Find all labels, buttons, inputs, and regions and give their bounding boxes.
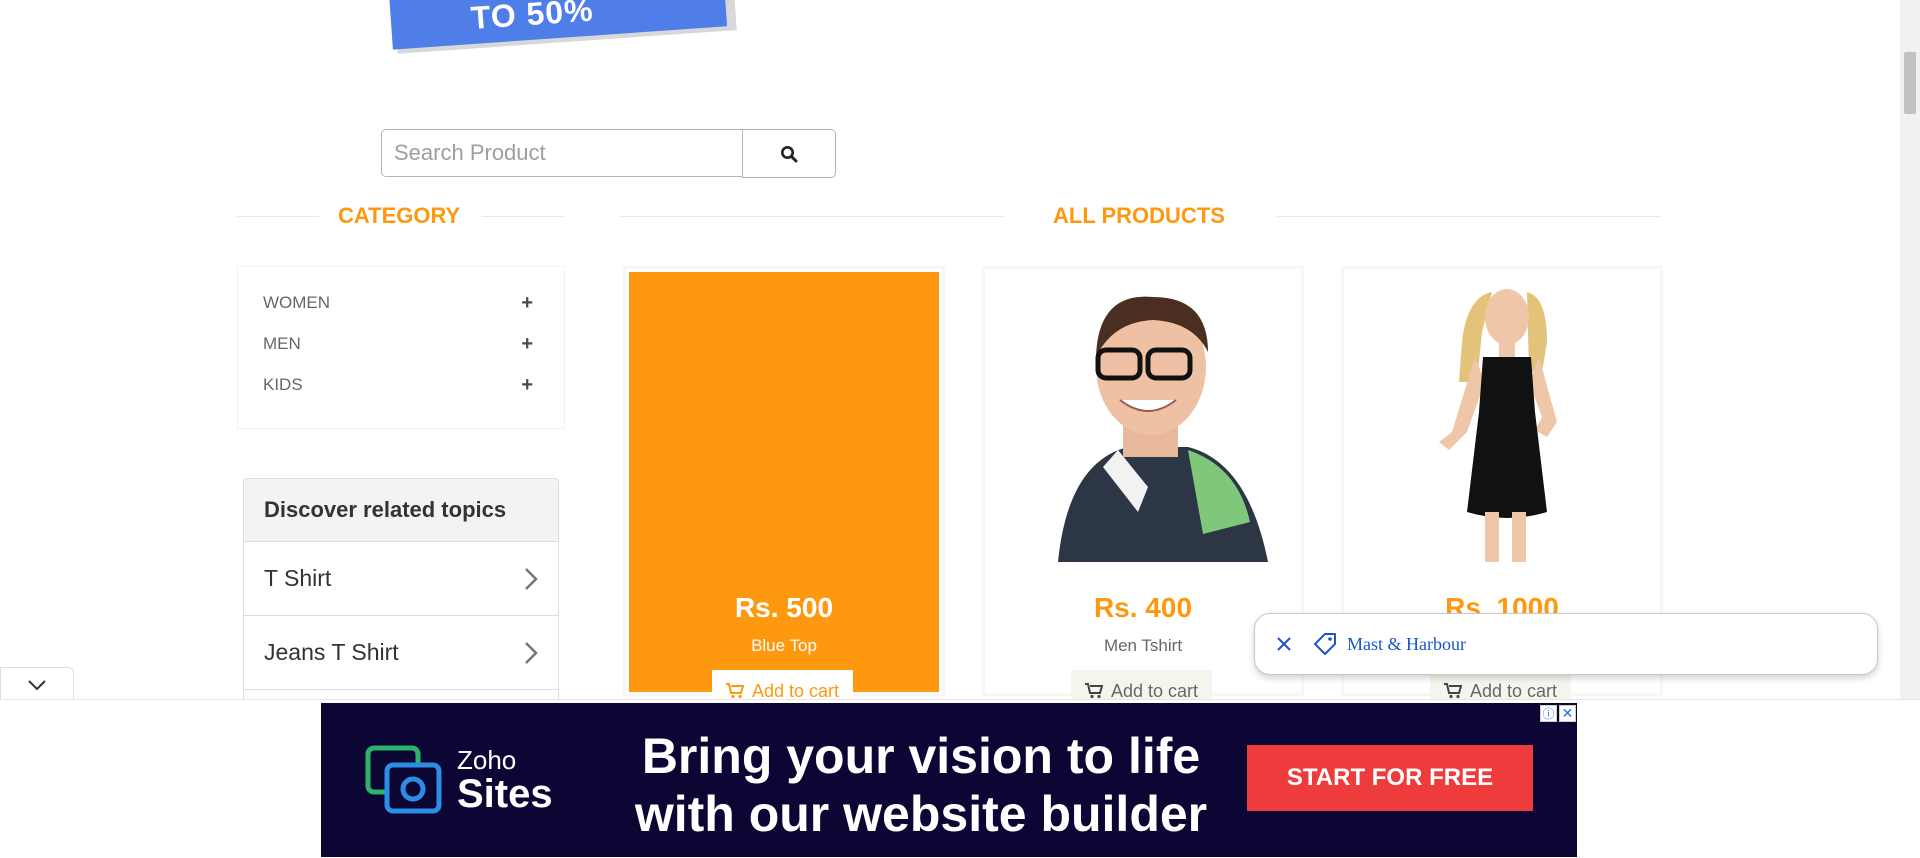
tag-icon [1314, 633, 1336, 655]
ad-headline-line1: Bring your vision to life [641, 728, 1201, 784]
product-price: Rs. 400 [1093, 592, 1193, 623]
product-price: Rs. 500 [734, 592, 834, 623]
chip-label[interactable]: Mast & Harbour [1347, 634, 1466, 655]
ad-info-icon[interactable]: ⓘ [1540, 705, 1557, 722]
advertisement-banner[interactable]: Zoho Sites Bring your vision to life wit… [321, 703, 1577, 857]
discover-topics-panel: Discover related topics T Shirt Jeans T … [243, 478, 559, 710]
divider [1277, 216, 1661, 217]
topic-label: T Shirt [264, 565, 332, 591]
product-name: Blue Top [751, 636, 817, 655]
search-icon [781, 145, 798, 162]
divider [237, 216, 319, 217]
ad-cta-button[interactable]: START FOR FREE [1247, 745, 1533, 811]
ad-close-button[interactable]: ✕ [1559, 705, 1576, 722]
category-item-men[interactable]: MEN + [263, 332, 533, 356]
brand-suggestion-chip[interactable]: Mast & Harbour [1254, 613, 1878, 675]
divider [482, 216, 564, 217]
discover-title: Discover related topics [244, 479, 558, 542]
product-card[interactable]: Rs. 500 Blue Top Add to cart [623, 266, 945, 712]
search-button[interactable] [742, 129, 836, 178]
ad-brand-line1: Zoho [457, 745, 517, 775]
divider [620, 216, 1004, 217]
close-icon [1277, 637, 1291, 651]
cart-icon [1444, 683, 1462, 699]
cart-icon [726, 683, 744, 699]
chevron-right-icon [525, 641, 538, 664]
plus-icon: + [521, 373, 533, 396]
banner-text: TO 50% [469, 0, 595, 37]
ad-headline: Bring your vision to life with our websi… [621, 727, 1221, 843]
zoho-sites-logo-icon [365, 745, 442, 814]
topic-item-jeans-t-shirt[interactable]: Jeans T Shirt [244, 616, 558, 690]
category-title: CATEGORY [338, 203, 461, 228]
category-item-women[interactable]: WOMEN + [263, 291, 533, 315]
category-label: MEN [263, 334, 301, 353]
product-image-men-tshirt [988, 272, 1298, 562]
search-input[interactable] [381, 129, 743, 177]
scrollbar-thumb[interactable] [1904, 52, 1916, 114]
chevron-right-icon [525, 567, 538, 590]
cart-icon [1085, 683, 1103, 699]
topic-item-t-shirt[interactable]: T Shirt [244, 542, 558, 616]
category-item-kids[interactable]: KIDS + [263, 373, 533, 397]
product-image-dress [1347, 272, 1657, 562]
ad-brand: Zoho Sites [457, 747, 553, 815]
ad-headline-line2: with our website builder [634, 786, 1208, 842]
category-label: WOMEN [263, 293, 331, 312]
chevron-down-icon [28, 680, 46, 691]
chip-close-button[interactable] [1255, 636, 1313, 652]
ad-collapse-button[interactable] [0, 667, 74, 702]
plus-icon: + [521, 291, 533, 314]
product-name: Men Tshirt [1103, 636, 1183, 655]
topic-label: Jeans T Shirt [264, 639, 399, 665]
ad-brand-line2: Sites [457, 772, 553, 816]
plus-icon: + [521, 332, 533, 355]
products-title: ALL PRODUCTS [1053, 203, 1225, 228]
category-label: KIDS [263, 375, 303, 394]
